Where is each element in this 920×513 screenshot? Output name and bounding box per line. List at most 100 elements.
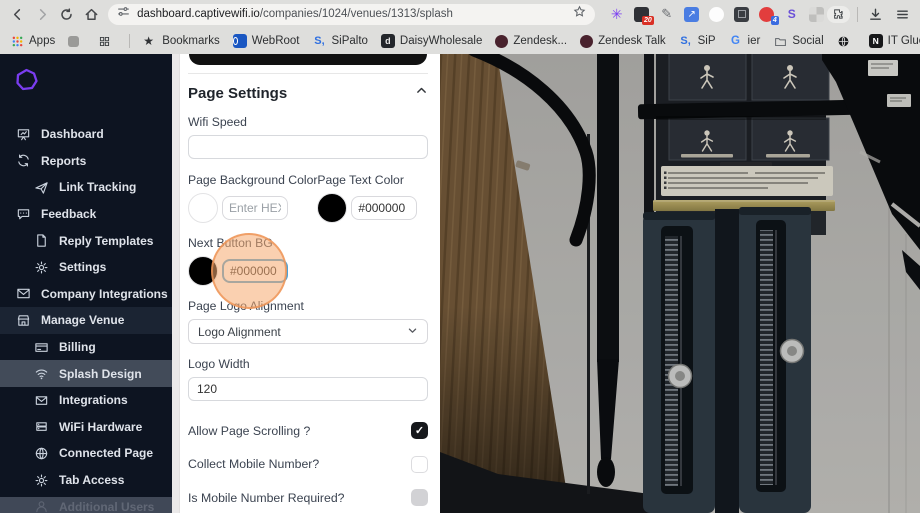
itglue-favicon: N xyxy=(868,34,883,48)
settings-icon xyxy=(34,260,49,275)
chevron-down-icon xyxy=(407,325,418,339)
feedback-icon xyxy=(16,207,31,222)
bookmark-item[interactable]: d DaisyWholesale xyxy=(380,34,482,48)
sidebar-item[interactable]: Tab Access xyxy=(0,467,172,494)
page-background-color-input[interactable] xyxy=(222,196,288,220)
wifi-speed-input[interactable] xyxy=(188,135,428,159)
sipalto-favicon: S, xyxy=(680,35,691,47)
zendesk-favicon xyxy=(580,34,594,48)
folder-icon xyxy=(773,34,787,48)
sidebar-item[interactable]: Feedback xyxy=(0,201,172,228)
disabled-checker-extension[interactable] xyxy=(809,6,825,22)
back-icon[interactable] xyxy=(6,3,29,25)
url-domain: dashboard.captivewifi.io xyxy=(137,8,260,20)
page-background-color-label: Page Background Color xyxy=(188,173,318,187)
page-background-color-swatch[interactable] xyxy=(188,193,218,223)
checkbox[interactable] xyxy=(411,455,428,473)
checkbox[interactable] xyxy=(411,422,428,439)
sidebar-item[interactable]: Connected Page xyxy=(0,440,172,467)
sidebar-item[interactable]: Billing xyxy=(0,334,172,361)
globe-favicon xyxy=(837,34,851,48)
site-settings-icon[interactable] xyxy=(117,5,130,23)
bookmark-item[interactable]: S, SiP xyxy=(679,34,715,48)
bookmark-item[interactable]: Zendesk Talk xyxy=(580,34,666,48)
page-text-color-swatch[interactable] xyxy=(317,193,348,223)
link-tracking-icon xyxy=(34,180,49,195)
sidebar-item[interactable]: Settings xyxy=(0,254,172,281)
company-integrations-icon xyxy=(16,286,31,301)
page-logo-alignment-label: Page Logo Alignment xyxy=(188,299,304,313)
bookmark-item[interactable]: S, SiPalto xyxy=(312,34,368,48)
bookmark-item[interactable] xyxy=(97,34,116,48)
share-arrow-extension[interactable] xyxy=(684,6,700,22)
bookmark-item[interactable] xyxy=(68,35,84,47)
home-icon[interactable] xyxy=(80,3,103,25)
bookmark-item[interactable]: G ier xyxy=(729,34,760,48)
sidebar-item[interactable]: WiFi Hardware xyxy=(0,414,172,441)
bookmarks-bar: Apps Bookmark xyxy=(0,28,920,54)
sidebar-item[interactable]: Splash Design xyxy=(0,360,172,387)
reports-icon xyxy=(16,153,31,168)
extensions-puzzle-icon[interactable] xyxy=(826,5,850,23)
downloads-icon[interactable] xyxy=(864,3,887,25)
browser-window: dashboard.captivewifi.io/companies/1024/… xyxy=(0,0,920,513)
bookmark-star-icon[interactable] xyxy=(573,5,586,23)
dashboard-icon xyxy=(16,127,31,142)
splash-settings-panel: Page Settings Wifi Speed Page Background… xyxy=(180,54,440,513)
sidebar-nav: Dashboard Reports Link Tracking Feedback… xyxy=(0,121,172,513)
bookmark-items: Apps Bookmark xyxy=(10,34,920,48)
section-divider xyxy=(188,73,428,74)
calendar-extension[interactable]: 20 xyxy=(634,6,654,25)
purple-flower-extension[interactable] xyxy=(609,6,625,22)
sidebar-item[interactable]: Dashboard xyxy=(0,121,172,148)
logo-width-label: Logo Width xyxy=(188,357,250,371)
sidebar-item[interactable]: Reply Templates xyxy=(0,227,172,254)
star-icon xyxy=(143,34,157,48)
bookmark-item[interactable]: N IT Glue xyxy=(868,34,920,48)
logo-alignment-value: Logo Alignment xyxy=(198,324,281,339)
browser-toolbar: dashboard.captivewifi.io/companies/1024/… xyxy=(0,0,920,28)
pen-extension[interactable] xyxy=(659,6,675,22)
sidebar-item[interactable]: Company Integrations xyxy=(0,281,172,308)
sidebar-bottom-overlay xyxy=(0,497,172,513)
reload-icon[interactable] xyxy=(56,3,79,25)
manage-venue-icon xyxy=(16,313,31,328)
scrolled-black-element xyxy=(189,54,427,65)
sidebar-item[interactable]: Integrations xyxy=(0,387,172,414)
white-circle-extension[interactable] xyxy=(709,6,725,22)
browser-menu-icon[interactable] xyxy=(891,3,914,25)
s-letter-extension[interactable] xyxy=(784,6,800,22)
checkbox[interactable] xyxy=(411,489,428,506)
bookmark-item[interactable]: Apps xyxy=(10,34,55,48)
bookmark-item[interactable] xyxy=(837,34,856,48)
divider xyxy=(129,34,131,48)
red-circle-extension[interactable]: 4 xyxy=(759,6,779,25)
page-text-color-label: Page Text Color xyxy=(317,173,404,187)
checkbox-row: Is Mobile Number Required? xyxy=(188,489,428,506)
grid-outline-icon xyxy=(97,34,111,48)
page-text-color-input[interactable] xyxy=(351,196,418,220)
dark-box-extension[interactable] xyxy=(734,6,750,22)
sidebar-item[interactable]: Reports xyxy=(0,148,172,175)
next-button-bg-swatch[interactable] xyxy=(188,256,218,286)
next-button-bg-input[interactable] xyxy=(222,259,288,283)
gray-square-icon xyxy=(68,35,80,47)
bookmark-item[interactable]: Bookmarks xyxy=(143,34,220,48)
billing-icon xyxy=(34,340,49,355)
sidebar-item[interactable]: Link Tracking xyxy=(0,174,172,201)
sidebar-item[interactable]: Manage Venue xyxy=(0,307,172,334)
bookmark-item[interactable]: Social xyxy=(773,34,824,48)
logo-width-input[interactable] xyxy=(188,377,428,401)
forward-icon[interactable] xyxy=(31,3,54,25)
bookmark-item[interactable]: Zendesk... xyxy=(495,34,567,48)
extension-badge: 4 xyxy=(770,16,779,25)
integrations-icon xyxy=(34,393,49,408)
toolbar-divider xyxy=(856,6,858,22)
bookmark-item[interactable]: WebRoot xyxy=(232,34,299,48)
panel-scrollbar[interactable] xyxy=(172,54,180,513)
collapse-chevron-up-icon[interactable] xyxy=(415,84,428,102)
address-bar[interactable]: dashboard.captivewifi.io/companies/1024/… xyxy=(108,3,595,25)
logo-alignment-select[interactable]: Logo Alignment xyxy=(188,319,428,344)
url-text: dashboard.captivewifi.io/companies/1024/… xyxy=(137,8,566,20)
checkbox-list: Allow Page Scrolling ? Collect Mobile Nu… xyxy=(188,422,428,513)
